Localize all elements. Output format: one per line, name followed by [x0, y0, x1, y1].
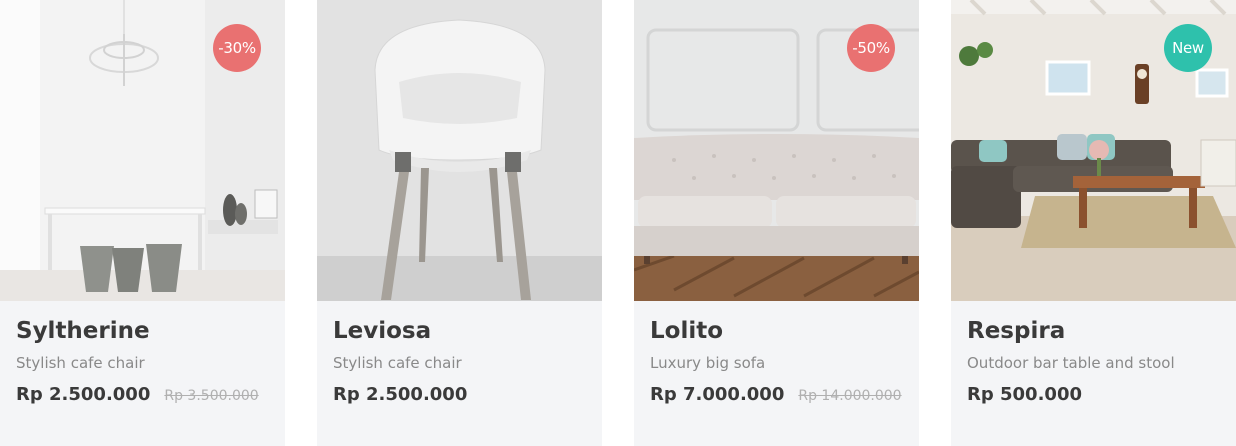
product-card-lolito[interactable]: -50% Lolito Luxury big sofa Rp 7.000.000… — [634, 0, 919, 446]
product-description: Stylish cafe chair — [333, 354, 462, 372]
product-description: Luxury big sofa — [650, 354, 766, 372]
discount-badge: -30% — [213, 24, 261, 72]
product-card-respira[interactable]: New Respira Outdoor bar table and stool … — [951, 0, 1236, 446]
product-grid: -30% Syltherine Stylish cafe chair Rp 2.… — [0, 0, 1236, 446]
product-price: Rp 7.000.000 — [650, 384, 785, 405]
product-card-syltherine[interactable]: -30% Syltherine Stylish cafe chair Rp 2.… — [0, 0, 285, 446]
original-price: Rp 3.500.000 — [164, 388, 259, 404]
product-name[interactable]: Respira — [967, 316, 1220, 346]
original-price: Rp 14.000.000 — [798, 388, 902, 404]
product-price: Rp 500.000 — [967, 384, 1082, 405]
product-price: Rp 2.500.000 — [333, 384, 468, 405]
product-description: Outdoor bar table and stool — [967, 354, 1175, 372]
product-image[interactable] — [317, 0, 602, 301]
product-name[interactable]: Syltherine — [16, 316, 269, 346]
new-badge: New — [1164, 24, 1212, 72]
product-description: Stylish cafe chair — [16, 354, 145, 372]
product-name[interactable]: Lolito — [650, 316, 903, 346]
discount-badge: -50% — [847, 24, 895, 72]
product-card-leviosa[interactable]: Leviosa Stylish cafe chair Rp 2.500.000 — [317, 0, 602, 446]
product-name[interactable]: Leviosa — [333, 316, 586, 346]
product-price: Rp 2.500.000 — [16, 384, 151, 405]
